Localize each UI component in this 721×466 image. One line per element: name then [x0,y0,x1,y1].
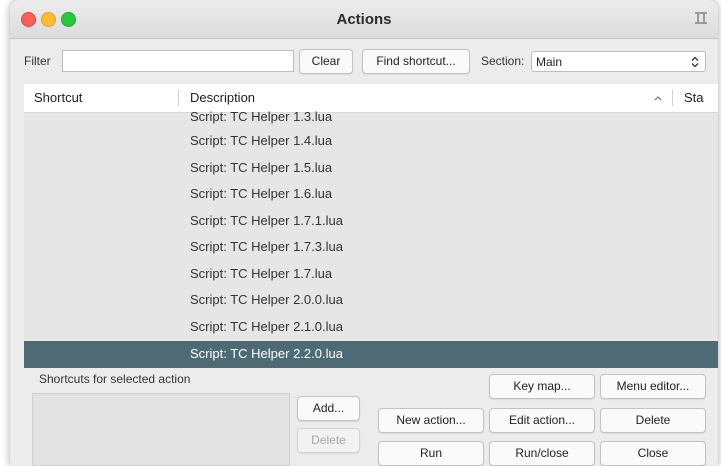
shortcuts-list[interactable] [32,393,290,466]
row-description: Script: TC Helper 2.1.0.lua [190,318,343,334]
row-description: Script: TC Helper 1.7.1.lua [190,212,343,228]
delete-action-button[interactable]: Delete [600,408,706,433]
run-button[interactable]: Run [378,441,484,466]
table-row[interactable]: Script: TC Helper 1.7.1.lua [24,208,718,235]
filter-label: Filter [24,54,51,68]
add-shortcut-button[interactable]: Add... [297,396,360,421]
pin-icon[interactable] [694,11,708,25]
column-header-shortcut[interactable]: Shortcut [34,90,82,105]
section-value: Main [536,55,563,69]
table-row[interactable]: Script: TC Helper 1.7.lua [24,261,718,288]
delete-shortcut-button[interactable]: Delete [297,428,360,453]
column-header-status[interactable]: Sta [684,90,704,105]
row-description: Script: TC Helper 1.7.3.lua [190,239,343,254]
filter-input[interactable] [62,50,294,72]
table-row[interactable]: Script: TC Helper 2.1.0.lua [24,314,718,341]
table-row[interactable]: Script: TC Helper 1.3.lua [24,104,718,131]
close-button[interactable]: Close [600,441,706,466]
row-description: Script: TC Helper 1.6.lua [190,186,333,201]
new-action-button[interactable]: New action... [378,408,484,433]
column-header-description[interactable]: Description [190,90,255,105]
row-description: Script: TC Helper 1.4.lua [190,133,333,148]
row-description: Script: TC Helper 1.5.lua [190,159,333,175]
actions-window: Actions Filter Clear Find shortcut... Se… [10,0,718,466]
row-description: Script: TC Helper 2.0.0.lua [190,292,343,307]
section-label: Section: [481,54,525,68]
sort-ascending-icon [654,96,662,101]
run-close-button[interactable]: Run/close [489,441,595,466]
table-row-selected[interactable]: Script: TC Helper 2.2.0.lua [24,341,718,368]
table-row[interactable]: Script: TC Helper 2.0.0.lua [24,287,718,314]
shortcuts-section-label: Shortcuts for selected action [39,372,191,386]
row-description: Script: TC Helper 2.2.0.lua [190,346,343,361]
table-row[interactable]: Script: TC Helper 1.5.lua [24,155,718,182]
clear-button[interactable]: Clear [299,49,353,74]
table-row[interactable]: Script: TC Helper 1.4.lua [24,128,718,155]
row-description: Script: TC Helper 1.3.lua [190,109,333,124]
find-shortcut-button[interactable]: Find shortcut... [362,49,470,74]
section-select[interactable]: Main [531,51,706,72]
key-map-button[interactable]: Key map... [489,374,595,399]
title-bar: Actions [10,0,718,39]
row-description: Script: TC Helper 1.7.lua [190,265,333,281]
chevron-updown-icon [691,56,699,68]
table-row[interactable]: Script: TC Helper 1.6.lua [24,181,718,208]
actions-table[interactable]: Shortcut Description Sta Script: TC Help… [24,84,718,368]
table-row[interactable]: Script: TC Helper 1.7.3.lua [24,234,718,261]
window-title: Actions [336,11,392,28]
menu-editor-button[interactable]: Menu editor... [600,374,706,399]
edit-action-button[interactable]: Edit action... [489,408,595,433]
